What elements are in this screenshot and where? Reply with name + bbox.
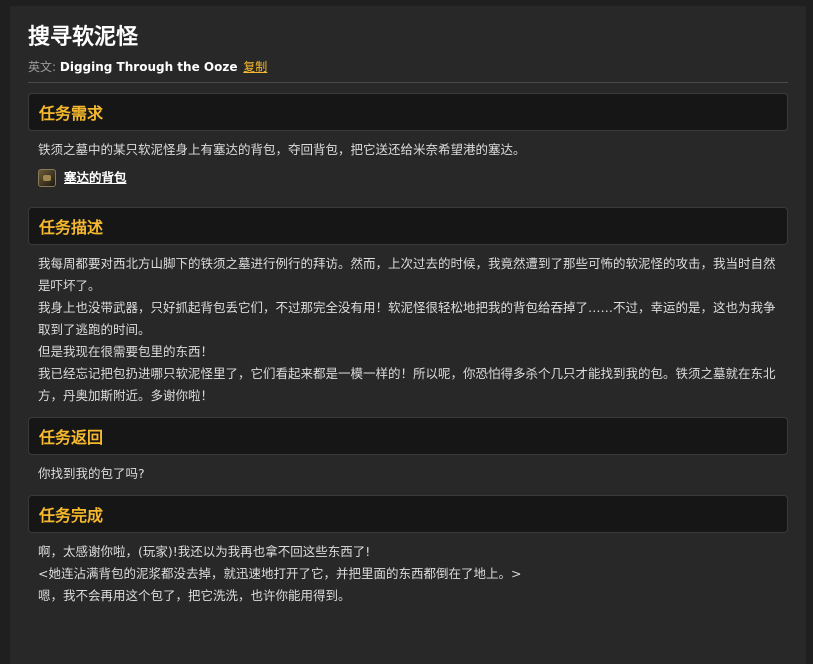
complete-line: 嗯，我不会再用这个包了，把它洗洗，也许你能用得到。 bbox=[38, 588, 351, 603]
complete-line: 啊，太感谢你啦，(玩家)!我还以为我再也拿不回这些东西了! bbox=[38, 544, 371, 559]
english-label: 英文: bbox=[28, 60, 57, 74]
section-header-requirement: 任务需求 bbox=[28, 93, 788, 131]
reward-item-row[interactable]: 塞达的背包 bbox=[38, 167, 778, 189]
quest-english-name-row: 英文: Digging Through the Ooze 复制 bbox=[28, 58, 788, 76]
bag-icon bbox=[38, 169, 56, 187]
description-line: 我已经忘记把包扔进哪只软泥怪里了，它们看起来都是一模一样的！所以呢，你恐怕得多杀… bbox=[38, 366, 776, 403]
complete-line: <她连沾满背包的泥浆都没去掉，就迅速地打开了它，并把里面的东西都倒在了地上。> bbox=[38, 566, 522, 581]
description-line: 我身上也没带武器，只好抓起背包丢它们，不过那完全没有用！软泥怪很轻松地把我的背包… bbox=[38, 300, 776, 337]
quest-title: 搜寻软泥怪 bbox=[28, 25, 139, 50]
description-line: 我每周都要对西北方山脚下的铁须之墓进行例行的拜访。然而，上次过去的时候，我竟然遭… bbox=[38, 256, 776, 293]
section-body-complete: 啊，太感谢你啦，(玩家)!我还以为我再也拿不回这些东西了! <她连沾满背包的泥浆… bbox=[28, 533, 788, 617]
section-body-description: 我每周都要对西北方山脚下的铁须之墓进行例行的拜访。然而，上次过去的时候，我竟然遭… bbox=[28, 245, 788, 417]
section-header-return: 任务返回 bbox=[28, 417, 788, 455]
return-text: 你找到我的包了吗? bbox=[38, 466, 145, 481]
description-line: 但是我现在很需要包里的东西！ bbox=[38, 344, 214, 359]
copy-link[interactable]: 复制 bbox=[243, 60, 267, 74]
section-body-requirement: 铁须之墓中的某只软泥怪身上有塞达的背包，夺回背包，把它送还给米奈希望港的塞达。 … bbox=[28, 131, 788, 199]
section-header-complete: 任务完成 bbox=[28, 495, 788, 533]
quest-page: 搜寻软泥怪 英文: Digging Through the Ooze 复制 任务… bbox=[10, 6, 806, 664]
section-header-description: 任务描述 bbox=[28, 207, 788, 245]
quest-english-name: Digging Through the Ooze bbox=[59, 60, 238, 74]
title-divider bbox=[28, 82, 788, 83]
section-body-return: 你找到我的包了吗? bbox=[28, 455, 788, 495]
requirement-text: 铁须之墓中的某只软泥怪身上有塞达的背包，夺回背包，把它送还给米奈希望港的塞达。 bbox=[38, 142, 526, 157]
item-link-bag[interactable]: 塞达的背包 bbox=[64, 167, 127, 189]
